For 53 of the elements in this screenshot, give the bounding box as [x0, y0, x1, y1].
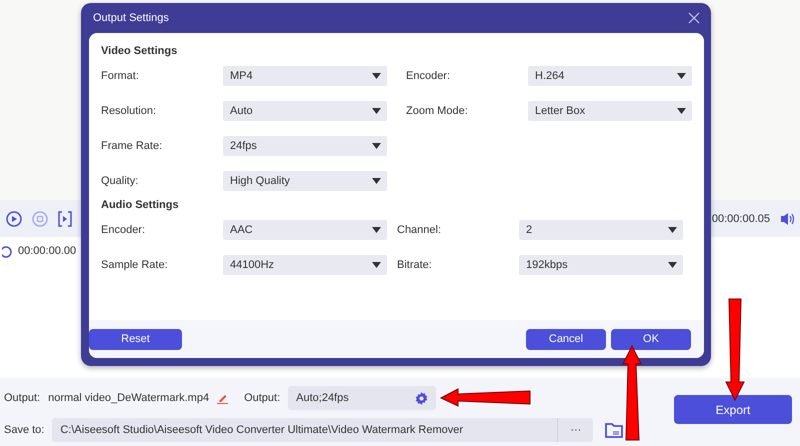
play-icon[interactable]	[6, 210, 22, 226]
dropdown[interactable]: 2	[519, 220, 683, 240]
dropdown[interactable]: High Quality	[223, 171, 387, 191]
settings-icon[interactable]	[415, 392, 428, 404]
save-path-field[interactable]: C:\Aiseesoft Studio\Aiseesoft Video Converter Ultimate\Video Watermark Remover	[52, 418, 558, 442]
caret-icon	[668, 227, 677, 233]
dropdown[interactable]: Auto	[223, 101, 387, 121]
field-label: Resolution:	[101, 105, 158, 117]
field-label: Format:	[101, 70, 140, 82]
section-title: Video Settings	[101, 45, 178, 59]
export-button[interactable]: Export	[674, 395, 792, 424]
output-file-name: normal video_DeWatermark.mp4	[48, 392, 210, 404]
field-label: Quality:	[101, 175, 140, 187]
field-label: Encoder:	[406, 70, 452, 82]
close-icon[interactable]	[688, 12, 700, 24]
current-time: 00:00:00.00	[18, 245, 76, 257]
caret-icon	[372, 227, 381, 233]
caret-icon	[677, 73, 686, 79]
field-label: Zoom Mode:	[406, 105, 469, 117]
caret-icon	[372, 262, 381, 268]
field-label: Frame Rate:	[101, 140, 164, 152]
bracket-play-icon[interactable]	[58, 210, 72, 226]
output-label: Output:	[4, 392, 40, 404]
dialog-title: Output Settings	[93, 12, 169, 24]
field-label: Channel:	[397, 224, 442, 236]
field-label: Encoder:	[101, 224, 146, 236]
speaker-icon[interactable]	[780, 212, 794, 226]
browse-button[interactable]: ···	[557, 418, 594, 442]
caret-icon	[372, 108, 381, 114]
dialog-button[interactable]: Cancel	[526, 328, 606, 350]
output-settings-label: Output:	[244, 392, 280, 404]
caret-icon	[372, 73, 381, 79]
dropdown[interactable]: 44100Hz	[223, 255, 387, 275]
field-label: Bitrate:	[397, 259, 433, 271]
dropdown[interactable]: 24fps	[223, 136, 387, 156]
save-to-label: Save to:	[4, 424, 44, 436]
field-label: Sample Rate:	[101, 259, 169, 271]
output-settings-field[interactable]: Auto;24fps	[288, 386, 436, 410]
dropdown[interactable]: H.264	[528, 66, 692, 86]
folder-icon[interactable]	[605, 422, 624, 438]
caret-icon	[668, 262, 677, 268]
caret-icon	[372, 143, 381, 149]
pencil-icon[interactable]	[217, 392, 228, 404]
caret-icon	[677, 108, 686, 114]
section-title: Audio Settings	[101, 199, 180, 213]
dropdown[interactable]: AAC	[223, 220, 387, 240]
dropdown[interactable]: 192kbps	[519, 255, 683, 275]
dropdown[interactable]: MP4	[223, 66, 387, 86]
reset-button[interactable]: Reset	[89, 328, 182, 350]
dialog-button[interactable]: OK	[611, 328, 691, 350]
dropdown[interactable]: Letter Box	[528, 101, 692, 121]
end-time: 00:00:00.05	[712, 212, 770, 224]
caret-icon	[372, 178, 381, 184]
